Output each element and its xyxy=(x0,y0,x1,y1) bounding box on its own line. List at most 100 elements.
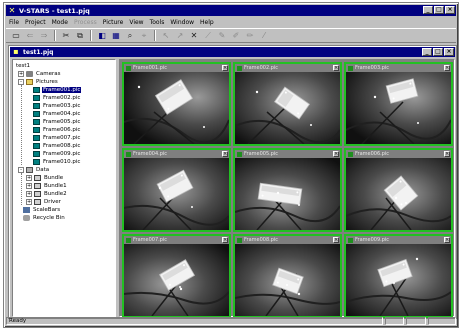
frame-titlebar[interactable]: Frame001.pic × xyxy=(124,64,229,72)
frame-image[interactable] xyxy=(346,244,451,316)
frame-titlebar[interactable]: Frame002.pic × xyxy=(235,64,340,72)
minimize-button[interactable]: _ xyxy=(423,6,433,14)
maximize-button[interactable]: □ xyxy=(434,6,444,14)
tree-item-label: Frame004.pic xyxy=(43,111,81,117)
app-titlebar[interactable]: ✕ V-STARS - test1.pjq _ □ × xyxy=(6,5,456,16)
tree-item-frame[interactable]: Frame001.pic xyxy=(33,86,82,94)
tree-root[interactable]: test1 xyxy=(15,62,31,70)
close-button[interactable]: × xyxy=(445,6,455,14)
close-icon[interactable]: × xyxy=(333,65,339,71)
menu-project[interactable]: Project xyxy=(25,19,46,26)
close-icon[interactable]: × xyxy=(333,237,339,243)
tree-item-frame[interactable]: Frame006.pic xyxy=(33,126,81,134)
pen-icon[interactable]: ✎ xyxy=(216,30,228,41)
frame-image[interactable] xyxy=(235,244,340,316)
tree-item-frame[interactable]: Frame010.pic xyxy=(33,158,81,166)
frame-title: Frame009.pic xyxy=(355,237,390,243)
measure-icon[interactable]: ⌖ xyxy=(138,30,150,41)
doc-close-button[interactable]: × xyxy=(444,48,454,56)
close-icon[interactable]: × xyxy=(222,65,228,71)
tree-item-pictures[interactable]: - Pictures xyxy=(18,78,59,86)
frame-image[interactable] xyxy=(124,158,229,230)
frame-titlebar[interactable]: Frame003.pic × xyxy=(346,64,451,72)
expand-icon[interactable]: + xyxy=(26,199,32,205)
frame-titlebar[interactable]: Frame004.pic × xyxy=(124,150,229,158)
expand-icon[interactable]: + xyxy=(26,175,32,181)
frame-window[interactable]: Frame003.pic × xyxy=(344,62,453,146)
doc-maximize-button[interactable]: □ xyxy=(433,48,443,56)
frame-window[interactable]: Frame007.pic × xyxy=(122,234,231,318)
menu-file[interactable]: File xyxy=(9,19,19,26)
menu-picture[interactable]: Picture xyxy=(103,19,124,26)
frame-window[interactable]: Frame002.pic × xyxy=(233,62,342,146)
frame-window[interactable]: Frame008.pic × xyxy=(233,234,342,318)
tree-item-bundle[interactable]: + Bundle2 xyxy=(26,190,68,198)
zoom-icon[interactable]: ⌕ xyxy=(124,30,136,41)
menu-mode[interactable]: Mode xyxy=(52,19,68,26)
picture-icon xyxy=(126,237,131,243)
draw-icon[interactable]: ⁄ xyxy=(258,30,270,41)
tree-item-bundle[interactable]: + Bundle1 xyxy=(26,182,68,190)
document-icon: ▪ xyxy=(13,47,19,56)
frame-titlebar[interactable]: Frame009.pic × xyxy=(346,236,451,244)
arrow-right-icon[interactable]: ⇒ xyxy=(38,30,50,41)
frame-image[interactable] xyxy=(235,72,340,144)
tree-item-frame[interactable]: Frame007.pic xyxy=(33,134,81,142)
close-icon[interactable]: × xyxy=(444,237,450,243)
frame-image[interactable] xyxy=(124,244,229,316)
frame-titlebar[interactable]: Frame008.pic × xyxy=(235,236,340,244)
pointer-icon[interactable]: ↗ xyxy=(174,30,186,41)
tree-item-cameras[interactable]: + Cameras xyxy=(18,70,61,78)
frame-titlebar[interactable]: Frame006.pic × xyxy=(346,150,451,158)
frame-window[interactable]: Frame005.pic × xyxy=(233,148,342,232)
select-icon[interactable]: ↖ xyxy=(160,30,172,41)
project-tree[interactable]: test1 + Cameras - Pictures Frame001.pic Frame0… xyxy=(12,59,116,317)
frame-window[interactable]: Frame004.pic × xyxy=(122,148,231,232)
close-icon[interactable]: × xyxy=(222,237,228,243)
tree-item-recycle-bin[interactable]: Recycle Bin xyxy=(23,214,66,222)
close-icon[interactable]: × xyxy=(444,151,450,157)
tree-item-frame[interactable]: Frame005.pic xyxy=(33,118,81,126)
doc-minimize-button[interactable]: _ xyxy=(422,48,432,56)
frame-window[interactable]: Frame006.pic × xyxy=(344,148,453,232)
menu-help[interactable]: Help xyxy=(200,19,214,26)
frame-image[interactable] xyxy=(346,158,451,230)
camera-icon[interactable]: ◧ xyxy=(96,30,108,41)
open-icon[interactable]: ▭ xyxy=(10,30,22,41)
close-icon[interactable]: × xyxy=(333,151,339,157)
tree-item-frame[interactable]: Frame004.pic xyxy=(33,110,81,118)
edit-icon[interactable]: ✐ xyxy=(230,30,242,41)
tree-item-bundle[interactable]: + Bundle xyxy=(26,174,64,182)
close-icon[interactable]: × xyxy=(444,65,450,71)
close-icon[interactable]: × xyxy=(222,151,228,157)
tree-item-data[interactable]: - Data xyxy=(18,166,50,174)
tree-item-scalebars[interactable]: ScaleBars xyxy=(23,206,61,214)
menu-window[interactable]: Window xyxy=(170,19,194,26)
frame-image[interactable] xyxy=(346,72,451,144)
menu-tools[interactable]: Tools xyxy=(150,19,165,26)
line-icon[interactable]: ⟋ xyxy=(202,30,214,41)
tree-item-frame[interactable]: Frame009.pic xyxy=(33,150,81,158)
expand-icon[interactable]: + xyxy=(26,191,32,197)
cut-icon[interactable]: ✂ xyxy=(60,30,72,41)
frame-titlebar[interactable]: Frame007.pic × xyxy=(124,236,229,244)
frame-image[interactable] xyxy=(124,72,229,144)
picture-icon[interactable]: ▦ xyxy=(110,30,122,41)
cross-icon[interactable]: ✕ xyxy=(188,30,200,41)
picture-icon xyxy=(348,151,353,157)
arrow-left-icon[interactable]: ⇐ xyxy=(24,30,36,41)
brush-icon[interactable]: ✏ xyxy=(244,30,256,41)
expand-icon[interactable]: + xyxy=(26,183,32,189)
frame-image[interactable] xyxy=(235,158,340,230)
frame-titlebar[interactable]: Frame005.pic × xyxy=(235,150,340,158)
frame-window[interactable]: Frame009.pic × xyxy=(344,234,453,318)
tree-item-frame[interactable]: Frame008.pic xyxy=(33,142,81,150)
menu-view[interactable]: View xyxy=(129,19,143,26)
copy-icon[interactable]: ⧉ xyxy=(74,30,86,41)
tree-item-bundle[interactable]: + Driver xyxy=(26,198,62,206)
document-titlebar[interactable]: ▪ test1.pjq _ □ × xyxy=(10,47,455,57)
tree-item-frame[interactable]: Frame003.pic xyxy=(33,102,81,110)
expand-icon[interactable]: + xyxy=(18,71,24,77)
frame-window[interactable]: Frame001.pic × xyxy=(122,62,231,146)
tree-item-frame[interactable]: Frame002.pic xyxy=(33,94,81,102)
